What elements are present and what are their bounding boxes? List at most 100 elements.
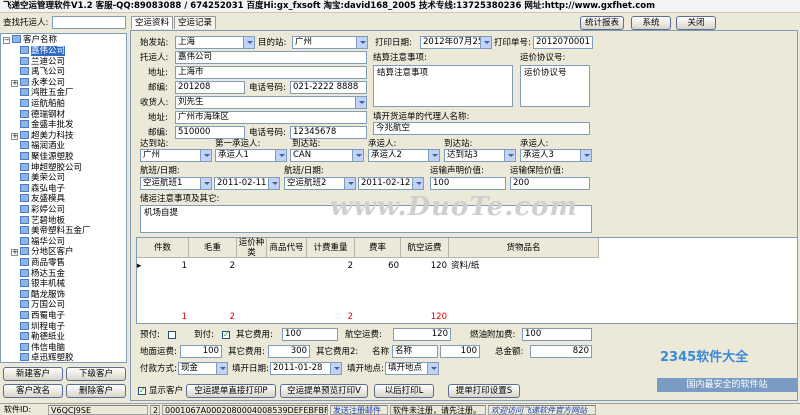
shipper-phone-input[interactable]: 021-2222 8888 <box>290 81 367 94</box>
tab-shipment-info[interactable]: 空运资料 <box>131 16 173 29</box>
tree-item[interactable]: 酷龙服饰 <box>20 289 65 301</box>
tree-item[interactable]: 兰迪公司 <box>20 56 65 68</box>
system-button[interactable]: 系统 <box>631 16 671 30</box>
agent-input[interactable]: 今兆航空 <box>373 122 590 135</box>
tree-item[interactable]: 德瑞钢材 <box>20 109 65 121</box>
shipper-address-input[interactable]: 上海市 <box>175 66 367 79</box>
edit-customer-button[interactable]: 客户改名 <box>3 384 63 398</box>
tree-item[interactable]: 嘉伟公司 <box>20 46 66 57</box>
declared-input[interactable]: 100 <box>430 177 506 190</box>
fuel-input[interactable]: 100 <box>522 328 592 341</box>
cell-weight[interactable]: 2 <box>189 261 235 272</box>
tree-item[interactable]: 银丰机械 <box>20 279 65 290</box>
tree-item[interactable]: 聚佳源塑胶 <box>20 152 74 163</box>
origin-select[interactable]: 上海 <box>175 36 255 49</box>
tree-item[interactable]: 杨达五金 <box>20 268 65 280</box>
print-preview-button[interactable]: 空运提单预览打印V <box>280 384 368 398</box>
col-charge-weight[interactable]: 计费重量 <box>307 238 355 258</box>
name-input[interactable]: 名称 <box>392 345 438 358</box>
flight1-date-picker[interactable]: 2011-02-11 <box>214 177 280 190</box>
pay-method-select[interactable]: 现金 <box>178 362 228 375</box>
consignee-address-input[interactable]: 广州市海珠区 <box>175 111 367 124</box>
fill-place-select[interactable]: 填开地点 <box>385 362 439 375</box>
tree-item[interactable]: 鸿胜五金厂 <box>20 88 74 99</box>
tree-item[interactable]: 坤超塑胶公司 <box>20 162 82 174</box>
tree-item[interactable]: 卓迅辉塑胶 <box>20 353 74 362</box>
col-rate-class[interactable]: 运价种类 <box>237 238 267 258</box>
flight2-select[interactable]: 空运航班2 <box>284 177 356 190</box>
tree-item[interactable]: 艺碧地板 <box>20 215 65 227</box>
register-link[interactable]: 发送注册邮件 <box>330 405 388 415</box>
tree-item[interactable]: 万国公司 <box>20 300 65 311</box>
shipper-input[interactable]: 嘉伟公司 <box>175 51 367 64</box>
col-pieces[interactable]: 件数 <box>137 238 189 258</box>
search-input[interactable] <box>52 16 126 29</box>
welcome-link[interactable]: 欢迎访问飞递软件官方网站 <box>488 405 596 415</box>
tree-item[interactable]: 勒德纸业 <box>20 332 65 343</box>
carrier3-select[interactable]: 承运人3 <box>520 149 592 162</box>
ground-input[interactable]: 100 <box>180 345 222 358</box>
other-fee-input[interactable]: 100 <box>282 328 338 341</box>
cell-pieces[interactable]: 1 <box>137 261 187 272</box>
tree-item[interactable]: 商品零售 <box>20 258 65 269</box>
print-settings-button[interactable]: 提单打印设置S <box>448 384 520 398</box>
air-freight-input[interactable]: 120 <box>393 328 451 341</box>
agreement-textarea[interactable]: 运价协议号 <box>520 65 590 107</box>
tab-shipment-records[interactable]: 空运记录 <box>174 16 216 29</box>
goods-grid[interactable]: 件数 毛重 运价种类 商品代号 计费重量 费率 航空运费 货物品名 ▸ 1 2 … <box>136 237 798 324</box>
flight1-select[interactable]: 空运航班1 <box>140 177 212 190</box>
consignee-select[interactable]: 刘先生 <box>175 96 367 109</box>
print-date-picker[interactable]: 2012年07月25日 <box>420 36 492 49</box>
collect-checkbox[interactable] <box>222 330 230 339</box>
prepaid-checkbox[interactable] <box>168 331 176 339</box>
col-rate[interactable]: 费率 <box>355 238 401 258</box>
tree-root[interactable]: − 客户名称 <box>3 35 57 46</box>
tree-item[interactable]: 圳程电子 <box>20 321 65 333</box>
shipper-zip-input[interactable]: 201208 <box>175 81 245 94</box>
tree-item[interactable]: 禹飞公司 <box>20 67 65 78</box>
insured-input[interactable]: 200 <box>510 177 590 190</box>
print-direct-button[interactable]: 空运提单直接打印P <box>186 384 276 398</box>
close-button[interactable]: 关闭 <box>676 16 716 30</box>
carrier2-select[interactable]: 承运人2 <box>368 149 440 162</box>
expand-icon[interactable]: + <box>11 249 18 257</box>
total-input[interactable]: 820 <box>530 345 592 358</box>
tree-item[interactable]: 美荣公司 <box>20 173 65 184</box>
cell-goods[interactable]: 资料/纸 <box>451 261 597 272</box>
col-freight[interactable]: 航空运费 <box>401 238 449 258</box>
new-customer-button[interactable]: 新建客户 <box>3 367 63 381</box>
show-customer-checkbox[interactable] <box>138 386 146 395</box>
cell-rate[interactable]: 60 <box>355 261 399 272</box>
expand-icon[interactable]: + <box>11 79 18 87</box>
tree-item[interactable]: 彩婷公司 <box>20 205 65 216</box>
stats-button[interactable]: 统计报表 <box>580 16 624 30</box>
arrive3-select[interactable]: 达到站3 <box>444 149 516 162</box>
dest-select[interactable]: 广州 <box>292 36 368 49</box>
other-fee2-input[interactable]: 100 <box>440 345 480 358</box>
tree-item[interactable]: 友盛模具 <box>20 194 65 205</box>
reprint-button[interactable]: 以后打印L <box>374 384 434 398</box>
cell-charge-weight[interactable]: 2 <box>307 261 353 272</box>
tree-item[interactable]: 福润酒业 <box>20 141 65 152</box>
arrive2-select[interactable]: CAN <box>290 149 364 162</box>
settle-notes-textarea[interactable]: 结算注意事项 <box>373 65 513 107</box>
tree-item[interactable]: + 分地区客户 <box>11 247 74 258</box>
tree-item[interactable]: 美帝塑料五金厂 <box>20 226 91 237</box>
delete-customer-button[interactable]: 删除客户 <box>66 384 126 398</box>
expand-icon[interactable]: + <box>11 132 18 140</box>
arrive1-select[interactable]: 广州 <box>140 149 212 162</box>
tree-item[interactable]: 运航船舶 <box>20 99 65 110</box>
customer-tree[interactable]: − 客户名称 嘉伟公司 兰迪公司 禹飞公司 + 永孝公司 鸿胜五金厂 运航船舶 德瑞钢材 金盛丰批… <box>0 33 127 363</box>
col-goods[interactable]: 货物品名 <box>449 238 599 258</box>
col-code[interactable]: 商品代号 <box>267 238 307 258</box>
tree-item[interactable]: 金盛丰批发 <box>20 120 74 131</box>
cell-freight[interactable]: 120 <box>401 261 447 272</box>
carrier1-select[interactable]: 承运人1 <box>215 149 287 162</box>
print-no-input[interactable]: 2012070001 <box>533 36 593 49</box>
col-weight[interactable]: 毛重 <box>189 238 237 258</box>
sub-customer-button[interactable]: 下级客户 <box>66 367 126 381</box>
fill-date-picker[interactable]: 2011-01-28 <box>270 362 342 375</box>
flight2-date-picker[interactable]: 2011-02-12 <box>358 177 424 190</box>
tree-item[interactable]: 西蜀电子 <box>20 311 65 322</box>
other-fee1-input[interactable]: 300 <box>268 345 310 358</box>
